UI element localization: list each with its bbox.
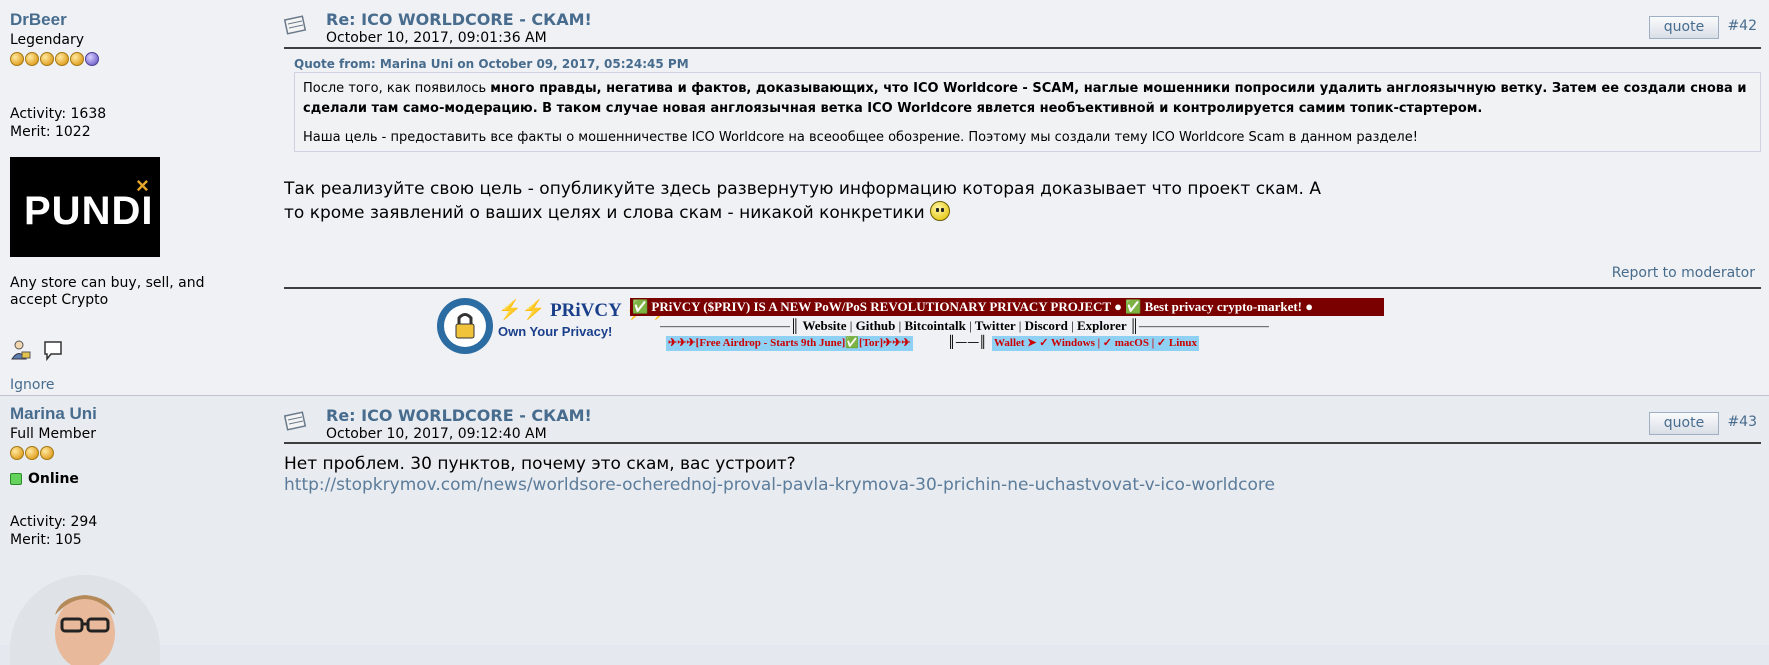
quote-box: После того, как появилось много правды, …: [294, 72, 1761, 152]
post-42: DrBeer Legendary Activity: 1638 Merit: 1…: [0, 0, 1769, 396]
post-date: October 10, 2017, 09:12:40 AM: [326, 426, 547, 442]
rank-stars: [10, 51, 270, 67]
star-icon: [25, 52, 39, 66]
message-number[interactable]: #42: [1727, 18, 1757, 34]
banner-slogan: Own Your Privacy!: [498, 324, 613, 339]
star-icon: [70, 52, 84, 66]
banner-link-explorer[interactable]: Explorer: [1077, 318, 1126, 333]
quote-header[interactable]: Quote from: Marina Uni on October 09, 20…: [294, 57, 689, 71]
banner-link-bitcointalk[interactable]: Bitcointalk: [905, 318, 966, 333]
online-label: Online: [28, 471, 79, 487]
post-subject[interactable]: Re: ICO WORLDCORE - СКАМ!: [326, 406, 592, 425]
banner-connector: ║——║: [948, 335, 987, 349]
merit: Merit: 1022: [10, 124, 91, 140]
avatar: [10, 575, 160, 665]
report-to-moderator[interactable]: Report to moderator: [1612, 265, 1755, 281]
banner-sep: |: [969, 318, 972, 333]
online-status: Online: [10, 471, 270, 487]
post-body: Так реализуйте свою цель - опубликуйте з…: [284, 178, 1324, 225]
star-icon: [55, 52, 69, 66]
banner-line-right: ║——————————: [1129, 318, 1269, 333]
quote-bold-text: много правды, негатива и фактов, доказыв…: [303, 81, 1747, 116]
star-icon: [85, 52, 99, 66]
activity: Activity: 294: [10, 514, 98, 530]
ignore-link[interactable]: Ignore: [10, 377, 270, 393]
quote-button[interactable]: quote: [1649, 412, 1719, 435]
signature-divider: [284, 287, 1761, 289]
banner-airdrop[interactable]: ✈✈✈[Free Airdrop - Starts 9th June]✅[Tor…: [666, 336, 913, 351]
star-icon: [40, 52, 54, 66]
post-body: Нет проблем. 30 пунктов, почему это скам…: [284, 454, 1484, 496]
banner-sep: |: [849, 318, 853, 333]
banner-headline[interactable]: ✅ PRiVCY ($PRIV) IS A NEW PoW/PoS REVOLU…: [630, 298, 1384, 316]
star-icon: [10, 446, 24, 460]
banner-link-github[interactable]: Github: [856, 318, 896, 333]
quote-button[interactable]: quote: [1649, 16, 1719, 39]
banner-link-website[interactable]: Website: [802, 318, 846, 333]
post-subject[interactable]: Re: ICO WORLDCORE - СКАМ!: [326, 10, 592, 29]
merit: Merit: 105: [10, 532, 82, 548]
avatar: PUNDI ×: [10, 157, 160, 257]
privcy-logo-icon: [437, 298, 493, 354]
post-43: Marina Uni Full Member Online Activity: …: [0, 396, 1769, 665]
banner-sep: |: [898, 318, 902, 333]
user-rank: Full Member: [10, 426, 96, 442]
poster-icons: [10, 339, 270, 363]
quote-paragraph: После того, как появилось много правды, …: [303, 79, 1752, 119]
user-rank: Legendary: [10, 32, 85, 48]
signature-banner: ⚡⚡ PRiVCY ⚡⚡ Own Your Privacy! ✅ PRiVCY …: [436, 296, 1476, 356]
profile-icon[interactable]: [10, 339, 32, 361]
star-icon: [25, 446, 39, 460]
star-icon: [10, 52, 24, 66]
divider: [284, 47, 1761, 49]
post-body-text: Нет проблем. 30 пунктов, почему это скам…: [284, 454, 796, 474]
message-icon[interactable]: [42, 339, 64, 362]
banner-sep: |: [1018, 318, 1022, 333]
post-content: Re: ICO WORLDCORE - СКАМ! October 10, 20…: [283, 406, 1761, 636]
post-icon: [283, 14, 310, 36]
activity: Activity: 1638: [10, 106, 107, 122]
poster-info: DrBeer Legendary Activity: 1638 Merit: 1…: [10, 10, 270, 393]
online-icon: [10, 473, 22, 485]
star-icon: [40, 446, 54, 460]
external-link[interactable]: http://stopkrymov.com/news/worldsore-och…: [284, 475, 1484, 496]
username[interactable]: Marina Uni: [10, 404, 270, 424]
post-body-text: Так реализуйте свою цель - опубликуйте з…: [284, 179, 1321, 223]
quote-text: После того, как появилось: [303, 81, 491, 96]
banner-wallet[interactable]: Wallet ➤ ✓ Windows | ✓ macOS | ✓ Linux: [992, 336, 1199, 351]
poster-info: Marina Uni Full Member Online Activity: …: [10, 404, 270, 665]
username[interactable]: DrBeer: [10, 10, 270, 30]
avatar-logo-text: PUNDI: [24, 189, 154, 233]
message-number[interactable]: #43: [1727, 414, 1757, 430]
x-icon: ×: [136, 173, 149, 198]
banner-link-twitter[interactable]: Twitter: [975, 318, 1016, 333]
quote-paragraph-2: Наша цель - предоставить все факты о мош…: [303, 130, 1418, 145]
post-icon: [283, 410, 310, 432]
personal-text: Any store can buy, sell, and accept Cryp…: [10, 275, 205, 308]
banner-links: ——————————║ Website | Github | Bitcointa…: [660, 318, 1269, 334]
banner-line-left: ——————————║: [660, 318, 803, 333]
rank-stars: [10, 445, 270, 461]
banner-sep: |: [1071, 318, 1074, 333]
divider: [284, 442, 1761, 444]
smiley-icon: [930, 201, 951, 221]
banner-link-discord[interactable]: Discord: [1025, 318, 1068, 333]
post-date: October 10, 2017, 09:01:36 AM: [326, 30, 547, 46]
